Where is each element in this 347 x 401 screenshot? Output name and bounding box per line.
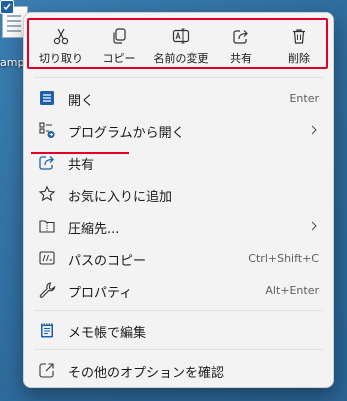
divider — [34, 310, 323, 311]
share-label: 共有 — [230, 52, 252, 65]
divider — [34, 349, 323, 350]
scissors-icon — [53, 28, 69, 45]
rename-button[interactable]: 名前の変更 — [151, 20, 211, 67]
selection-checkbox[interactable] — [0, 0, 14, 14]
trash-icon — [293, 29, 305, 44]
menu-item-label: プロパティ — [68, 286, 133, 301]
menu-item-label: お気に入りに追加 — [68, 190, 173, 205]
menu-item-label: 開く — [68, 94, 95, 109]
menu-item-share[interactable]: 共有 — [28, 146, 329, 178]
quick-actions-bar: 切り取り コピー 名前の変更 共有 削除 — [27, 18, 328, 69]
share-icon — [233, 30, 248, 44]
menu-item-compress[interactable]: 圧縮先... — [28, 210, 329, 242]
menu-item-label: 共有 — [68, 158, 95, 173]
menu-item-label: メモ帳で編集 — [68, 326, 147, 341]
open-with-icon — [39, 122, 55, 138]
notepad-icon — [41, 323, 53, 338]
menu-item-label: 圧縮先... — [68, 222, 120, 237]
annotation-underline — [31, 152, 129, 154]
copy-path-icon — [39, 251, 55, 265]
divider — [34, 77, 323, 78]
menu-item-copy-path[interactable]: パスのコピー Ctrl+Shift+C — [28, 242, 329, 274]
menu-item-add-favorites[interactable]: お気に入りに追加 — [28, 178, 329, 210]
menu-item-label: パスのコピー — [68, 254, 147, 269]
cut-label: 切り取り — [39, 52, 83, 65]
chevron-right-icon — [311, 125, 317, 135]
copy-button[interactable]: コピー — [89, 20, 149, 67]
more-options-icon — [39, 363, 54, 378]
open-icon — [40, 91, 54, 105]
star-icon — [38, 185, 56, 202]
menu-item-more-options[interactable]: その他のオプションを確認 — [28, 354, 329, 386]
delete-button[interactable]: 削除 — [269, 20, 329, 67]
menu-item-label: プログラムから開く — [68, 126, 185, 141]
cut-button[interactable]: 切り取り — [31, 20, 91, 67]
delete-label: 削除 — [288, 52, 310, 65]
chevron-right-icon — [311, 221, 317, 231]
share-button[interactable]: 共有 — [211, 20, 271, 67]
wrench-icon — [39, 282, 56, 298]
menu-item-open-with[interactable]: プログラムから開く — [28, 114, 329, 146]
menu-item-edit-notepad[interactable]: メモ帳で編集 — [28, 314, 329, 346]
zip-folder-icon — [39, 220, 55, 233]
copy-label: コピー — [102, 52, 136, 65]
rename-icon — [172, 28, 190, 44]
rename-label: 名前の変更 — [153, 52, 209, 65]
shortcut-text: Enter — [289, 92, 319, 105]
menu-item-properties[interactable]: プロパティ Alt+Enter — [28, 274, 329, 306]
context-menu: 切り取り コピー 名前の変更 共有 削除 開く Enter プログラムから開く … — [23, 12, 334, 388]
shortcut-text: Alt+Enter — [265, 284, 319, 297]
menu-item-label: その他のオプションを確認 — [68, 366, 225, 381]
menu-item-open[interactable]: 開く Enter — [28, 82, 329, 114]
shortcut-text: Ctrl+Shift+C — [248, 252, 319, 265]
share-icon — [39, 156, 54, 170]
copy-icon — [113, 28, 126, 44]
